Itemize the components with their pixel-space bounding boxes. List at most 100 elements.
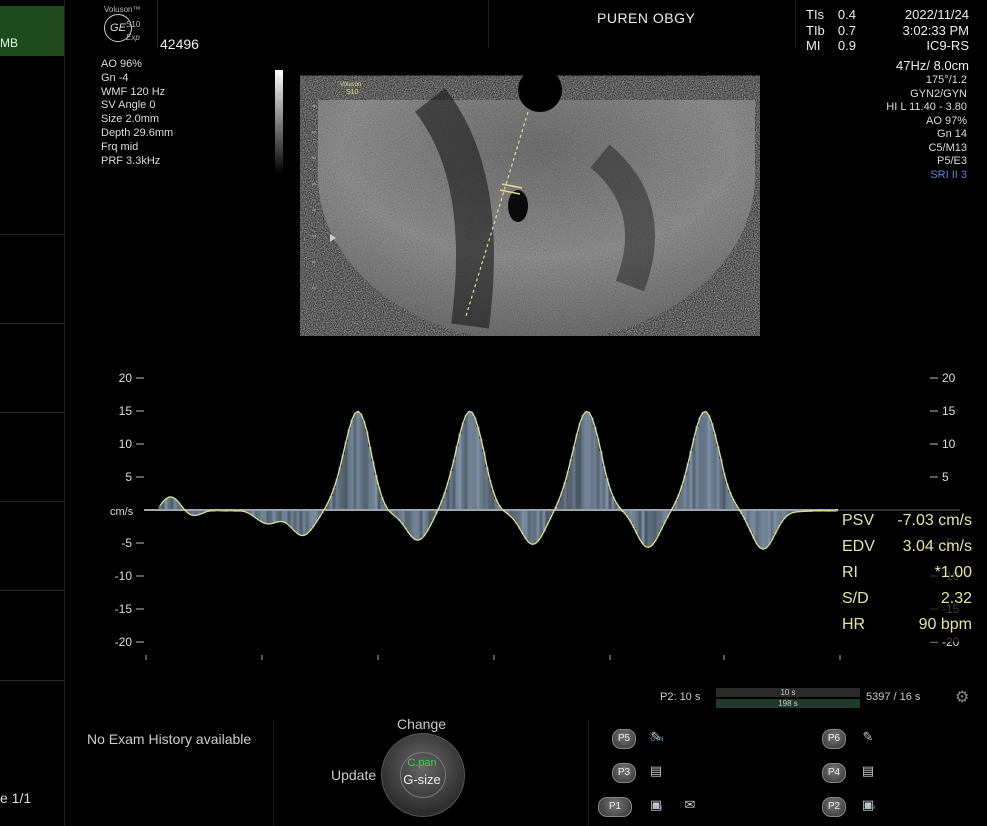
spectrum-column bbox=[426, 510, 429, 532]
measurement-results: PSV -7.03 cm/s EDV 3.04 cm/s RI *1.00 S/D 2.… bbox=[838, 506, 975, 642]
measurement-row: S/D 2.32 bbox=[842, 590, 972, 608]
spectrum-column bbox=[753, 510, 756, 539]
divider bbox=[0, 323, 64, 324]
spectrum-column bbox=[699, 417, 702, 510]
left-tab-label: MB bbox=[0, 36, 18, 50]
safety-row: TIb 0.7 bbox=[806, 23, 856, 39]
save-cine-icon[interactable]: ▣ Cine bbox=[858, 795, 878, 815]
spectrum-column bbox=[276, 510, 279, 522]
spectrum-column bbox=[300, 510, 303, 535]
spectrum-column bbox=[648, 510, 651, 547]
spectrum-column bbox=[306, 510, 309, 534]
spectrum-column bbox=[759, 510, 762, 548]
bmode-label: Voluson bbox=[340, 82, 361, 88]
gear-icon[interactable]: ⚙ bbox=[955, 687, 969, 707]
spectrum-column bbox=[591, 418, 594, 510]
param: AO 96% bbox=[101, 58, 173, 72]
param: Gn -4 bbox=[101, 72, 173, 86]
right-parameters: 175°/1.2 GYN2/GYN HI L 11.40 - 3.80 AO 9… bbox=[886, 74, 967, 182]
divider bbox=[0, 501, 64, 502]
spectrum-column bbox=[369, 447, 372, 510]
change-button[interactable]: Change bbox=[397, 716, 446, 732]
p4-button[interactable]: P4 bbox=[822, 763, 846, 783]
y-tick-label: -20 bbox=[115, 635, 133, 649]
y-tick-label: 10 bbox=[119, 437, 133, 451]
divider bbox=[0, 590, 64, 591]
spectrum-column bbox=[465, 415, 468, 510]
spectrum-column bbox=[462, 423, 465, 510]
spectrum-column bbox=[408, 510, 411, 533]
time-ticks bbox=[146, 655, 840, 660]
spectrum-column bbox=[357, 411, 360, 510]
spectrum-column bbox=[774, 510, 777, 534]
spectrum-column bbox=[765, 510, 768, 548]
spectrum-column bbox=[414, 510, 417, 540]
spectrum-column bbox=[762, 510, 765, 549]
left-panel: MB bbox=[0, 0, 65, 826]
spectrum-fill bbox=[159, 411, 840, 549]
spectrum-column bbox=[585, 412, 588, 510]
param: PRF 3.3kHz bbox=[101, 155, 173, 169]
pen-icon[interactable]: ✎ bbox=[858, 727, 878, 747]
timeline-bar-bottom[interactable]: 198 s bbox=[716, 699, 860, 708]
timeline-label: P2: 10 s bbox=[660, 691, 700, 703]
spectrum-column bbox=[288, 510, 291, 525]
spectrum-column bbox=[417, 510, 420, 540]
divider bbox=[0, 680, 64, 681]
spectrum-column bbox=[657, 510, 660, 536]
page-indicator: e 1/1 bbox=[0, 790, 31, 806]
spectrum-column bbox=[570, 459, 573, 510]
spectrum-column bbox=[159, 506, 162, 510]
save-image-icon[interactable]: ▣ Img bbox=[646, 795, 666, 815]
spectrum-column bbox=[342, 454, 345, 510]
spectrum-column bbox=[600, 451, 603, 510]
freq-depth: 47Hz/ 8.0cm bbox=[896, 58, 969, 73]
print-icon[interactable]: ▤ bbox=[858, 761, 878, 781]
divider bbox=[273, 720, 274, 826]
spectrum-column bbox=[522, 510, 525, 534]
spectrum-column bbox=[309, 510, 312, 531]
spectrum-column bbox=[690, 451, 693, 510]
print-icon[interactable]: ▤ bbox=[646, 761, 666, 781]
safety-indices: TIs 0.4 TIb 0.7 MI 0.9 bbox=[806, 7, 856, 54]
left-tab[interactable]: MB bbox=[0, 6, 64, 56]
unit-label: cm/s bbox=[110, 506, 134, 518]
param: Depth 29.6mm bbox=[101, 127, 173, 141]
p3-button[interactable]: P3 bbox=[612, 763, 636, 783]
spectrum-column bbox=[711, 423, 714, 510]
measurement-row: PSV -7.03 cm/s bbox=[842, 512, 972, 530]
spectrum-column bbox=[351, 420, 354, 510]
spectrum-column bbox=[696, 426, 699, 510]
probe-footprint bbox=[518, 68, 562, 112]
spectrum-column bbox=[420, 510, 423, 539]
spectrum-column bbox=[717, 446, 720, 510]
brand-variant: Exp bbox=[126, 33, 140, 42]
spectrum-column bbox=[636, 510, 639, 534]
safety-row: TIs 0.4 bbox=[806, 7, 856, 23]
spectrum-column bbox=[459, 434, 462, 510]
p6-button[interactable]: P6 bbox=[822, 729, 846, 749]
gyn-preset-icon[interactable]: ✎ GYN bbox=[646, 727, 666, 747]
spectrum-column bbox=[279, 510, 282, 522]
spectrum-column bbox=[294, 510, 297, 531]
divider bbox=[588, 720, 589, 826]
p1-button[interactable]: P1 bbox=[598, 797, 632, 817]
y-tick-label: 15 bbox=[942, 404, 956, 418]
bmode-image[interactable]: Voluson S10 bbox=[300, 66, 760, 336]
email-icon[interactable]: ✉ bbox=[680, 795, 700, 815]
spectrum-column bbox=[285, 510, 288, 523]
spectrum-column bbox=[264, 510, 267, 523]
update-button[interactable]: Update bbox=[331, 767, 376, 783]
spectrum-column bbox=[348, 429, 351, 510]
param: SV Angle 0 bbox=[101, 99, 173, 113]
param: Gn 14 bbox=[886, 128, 967, 142]
depth-scale bbox=[312, 106, 316, 288]
p2-button[interactable]: P2 bbox=[822, 797, 846, 817]
spectrum-column bbox=[531, 510, 534, 544]
y-tick-label: 5 bbox=[942, 470, 949, 484]
timeline-bar-top[interactable]: 10 s bbox=[716, 688, 860, 697]
p5-button[interactable]: P5 bbox=[612, 729, 636, 749]
frame-count: 5397 / 16 s bbox=[866, 691, 920, 703]
divider bbox=[0, 234, 64, 235]
spectrum-column bbox=[597, 438, 600, 510]
